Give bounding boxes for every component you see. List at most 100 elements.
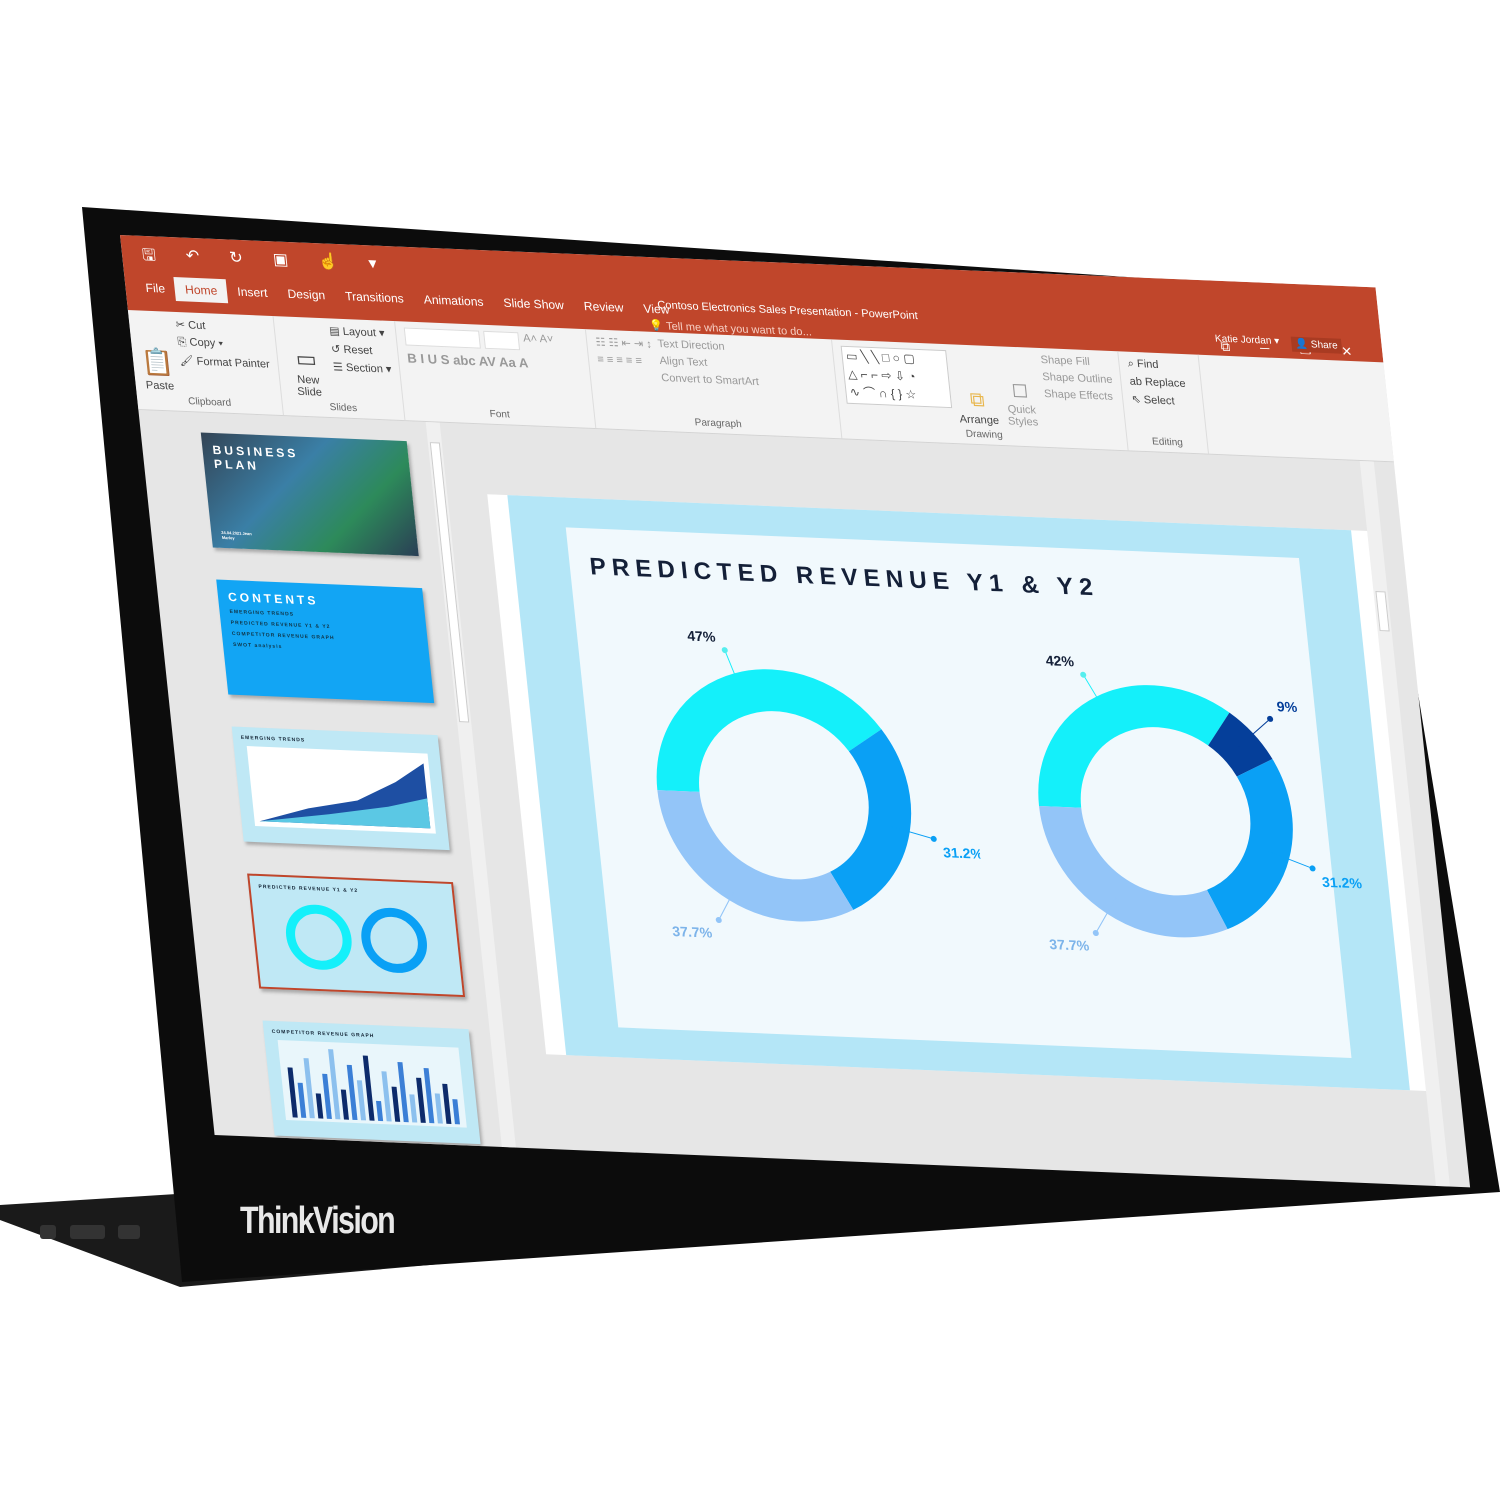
arrange-icon: ⧉ bbox=[968, 388, 986, 412]
leader-dot bbox=[721, 647, 728, 654]
quick-styles-button[interactable]: ◻ Quick Styles bbox=[998, 352, 1042, 429]
thumb-title: CONTENTS bbox=[227, 589, 320, 608]
find-label: Find bbox=[1136, 358, 1160, 371]
text-direction-button[interactable]: Text Direction bbox=[657, 338, 756, 354]
donut-segment bbox=[1206, 759, 1293, 930]
shape-outline-button[interactable]: Shape Outline bbox=[1042, 371, 1113, 386]
window-title: Contoso Electronics Sales Presentation -… bbox=[656, 299, 919, 323]
align-buttons[interactable]: ≡ ≡ ≡ ≡ ≡ bbox=[597, 353, 654, 367]
lightbulb-icon: 💡 bbox=[648, 319, 664, 333]
slide-thumbnail-3[interactable]: EMERGING TRENDS bbox=[231, 726, 450, 851]
undo-icon[interactable]: ↶ bbox=[185, 246, 201, 274]
font-format-buttons[interactable]: B I U S abc AV Aa A bbox=[406, 350, 556, 371]
slide-thumbnail-2[interactable]: CONTENTS EMERGING TRENDS PREDICTED REVENU… bbox=[216, 579, 435, 704]
font-size-icon[interactable]: A˄ A˅ bbox=[523, 332, 555, 351]
tab-home[interactable]: Home bbox=[173, 277, 229, 304]
thumb-title: BUSINESS PLAN bbox=[211, 442, 300, 473]
editing-group: ⌕ Find ab Replace ⇖ Select Editing bbox=[1118, 351, 1210, 454]
copy-button[interactable]: ⎘ Copy ▾ bbox=[177, 336, 269, 353]
touch-mode-icon[interactable]: ☝ bbox=[317, 251, 340, 279]
close-icon[interactable]: ✕ bbox=[1341, 344, 1354, 360]
share-button[interactable]: 👤 Share bbox=[1290, 336, 1343, 354]
current-slide[interactable]: PREDICTED REVENUE Y1 & Y2 47% 31.2% 37.7% … bbox=[487, 494, 1430, 1092]
layout-button[interactable]: ▤ Layout ▾ bbox=[329, 324, 389, 339]
user-name: Katie Jordan bbox=[1214, 333, 1273, 347]
reset-button[interactable]: ↺ Reset bbox=[330, 342, 390, 357]
slide-thumbnail-5[interactable]: COMPETITOR REVENUE GRAPH bbox=[262, 1020, 481, 1145]
format-painter-label: Format Painter bbox=[196, 355, 271, 371]
group-label: Editing bbox=[1151, 436, 1184, 449]
redo-icon[interactable]: ↻ bbox=[228, 247, 244, 275]
thinkvision-logo: ThinkVision bbox=[240, 1200, 396, 1242]
data-label: 37.7% bbox=[1048, 936, 1090, 954]
shape-effects-button[interactable]: Shape Effects bbox=[1044, 388, 1115, 403]
cut-button[interactable]: ✂ Cut bbox=[175, 318, 267, 335]
scrollbar-thumb[interactable] bbox=[1375, 591, 1390, 632]
save-icon[interactable]: 🖫 bbox=[141, 244, 158, 272]
donut-chart-y2: 42% 9% 31.2% 37.7% bbox=[1038, 652, 1363, 954]
paragraph-group: ☷ ☷ ⇤ ⇥ ↕ ≡ ≡ ≡ ≡ ≡ Text Direction Align… bbox=[586, 329, 843, 439]
tab-review[interactable]: Review bbox=[573, 294, 635, 320]
reset-label: Reset bbox=[342, 343, 374, 358]
font-name-select[interactable] bbox=[404, 327, 482, 349]
section-label: Section bbox=[345, 361, 384, 376]
find-button[interactable]: ⌕ Find bbox=[1127, 358, 1184, 373]
quick-styles-label: Quick Styles bbox=[1007, 403, 1039, 429]
group-label: Slides bbox=[329, 402, 358, 415]
customize-icon[interactable]: ▾ bbox=[367, 253, 378, 280]
slide-thumbnail-1[interactable]: BUSINESS PLAN 24.04.2021 Jean Marley bbox=[200, 432, 419, 557]
tab-animations[interactable]: Animations bbox=[412, 287, 494, 314]
slide-thumbnail-4[interactable]: PREDICTED REVENUE Y1 & Y2 bbox=[247, 873, 466, 998]
clipboard-icon: 📋 bbox=[139, 346, 176, 378]
paste-button[interactable]: 📋 Paste bbox=[137, 316, 177, 392]
align-text-button[interactable]: Align Text bbox=[659, 355, 758, 371]
tab-slide-show[interactable]: Slide Show bbox=[492, 290, 575, 317]
group-label: Clipboard bbox=[187, 396, 232, 409]
paste-label: Paste bbox=[145, 379, 175, 393]
select-label: Select bbox=[1143, 394, 1176, 408]
list-buttons[interactable]: ☷ ☷ ⇤ ⇥ ↕ bbox=[595, 335, 652, 350]
data-label: 9% bbox=[1276, 698, 1298, 715]
new-slide-button[interactable]: ▭ New Slide bbox=[282, 322, 330, 399]
data-label: 37.7% bbox=[671, 923, 713, 941]
convert-smartart-button[interactable]: Convert to SmartArt bbox=[661, 372, 760, 388]
slide-frame: PREDICTED REVENUE Y1 & Y2 47% 31.2% 37.7% … bbox=[507, 495, 1410, 1091]
new-slide-icon: ▭ bbox=[294, 345, 318, 372]
tab-insert[interactable]: Insert bbox=[226, 279, 279, 305]
leader-dot bbox=[1080, 671, 1087, 678]
user-account-button[interactable]: Katie Jordan ▾ bbox=[1214, 333, 1280, 351]
copy-label: Copy bbox=[188, 336, 216, 350]
section-button[interactable]: ☰ Section ▾ bbox=[332, 360, 392, 375]
share-label: Share bbox=[1310, 339, 1339, 352]
shape-fill-button[interactable]: Shape Fill bbox=[1040, 354, 1111, 369]
thumb-item: SWOT analysis bbox=[232, 641, 283, 650]
port bbox=[40, 1225, 56, 1239]
group-label: Font bbox=[489, 408, 511, 421]
present-icon[interactable]: ▣ bbox=[272, 249, 290, 277]
tab-file[interactable]: File bbox=[134, 275, 176, 301]
replace-button[interactable]: ab Replace bbox=[1129, 376, 1186, 390]
data-label: 42% bbox=[1045, 652, 1075, 669]
tab-design[interactable]: Design bbox=[276, 281, 336, 307]
bar-chart-thumbnail bbox=[277, 1040, 467, 1128]
replace-label: Replace bbox=[1144, 376, 1187, 391]
shapes-gallery[interactable]: ▭ ╲ ╲ □ ○ ▢ △ ⌐ ⌐ ⇨ ⇩ ◔ ∿ ⌒ ∩ { } ☆ bbox=[840, 345, 953, 409]
tab-transitions[interactable]: Transitions bbox=[334, 284, 415, 311]
select-button[interactable]: ⇖ Select bbox=[1131, 393, 1188, 408]
quick-access-toolbar: 🖫 ↶ ↻ ▣ ☝ ▾ bbox=[141, 244, 378, 281]
share-icon: 👤 bbox=[1294, 338, 1309, 351]
leader-dot bbox=[930, 835, 937, 842]
powerpoint-window: 🖫 ↶ ↻ ▣ ☝ ▾ Contoso Electronics Sales Pr… bbox=[120, 235, 1471, 1188]
font-size-select[interactable] bbox=[483, 330, 521, 351]
new-slide-label: New Slide bbox=[296, 373, 323, 399]
quick-styles-icon: ◻ bbox=[1010, 378, 1030, 402]
layout-label: Layout bbox=[342, 325, 377, 340]
arrange-button[interactable]: ⧉ Arrange bbox=[952, 350, 1000, 428]
arrange-label: Arrange bbox=[959, 413, 1000, 428]
leader-dot bbox=[715, 917, 722, 924]
data-label: 47% bbox=[686, 628, 716, 645]
donut-thumbnail bbox=[285, 904, 427, 973]
clipboard-group: 📋 Paste ✂ Cut ⎘ Copy ▾ 🖌 Format Painter C… bbox=[127, 310, 285, 416]
donut-segment bbox=[1039, 806, 1228, 938]
format-painter-button[interactable]: 🖌 Format Painter bbox=[179, 354, 271, 371]
